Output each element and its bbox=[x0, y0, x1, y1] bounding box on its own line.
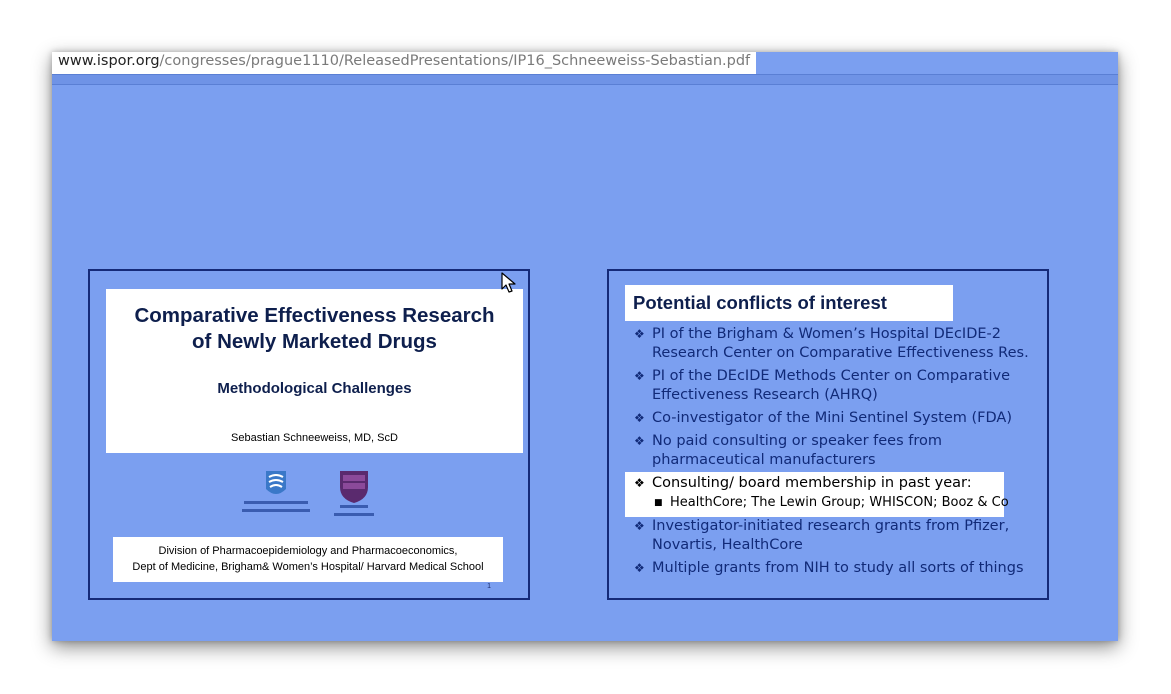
diamond-bullet-icon: ❖ bbox=[634, 411, 645, 425]
division-line-1: Division of Pharmacoepidemiology and Pha… bbox=[158, 545, 458, 557]
diamond-bullet-icon: ❖ bbox=[634, 369, 645, 383]
conflicts-bullet-list: ❖ PI of the Brigham & Women’s Hospital D… bbox=[634, 325, 1054, 582]
toolbar-strip bbox=[52, 74, 1118, 85]
diamond-bullet-icon: ❖ bbox=[634, 519, 645, 533]
list-item-highlighted: ❖ Consulting/ board membership in past y… bbox=[634, 475, 972, 491]
conflicts-title: Potential conflicts of interest bbox=[633, 292, 887, 313]
author-name: Sebastian Schneeweiss, MD, ScD bbox=[231, 432, 398, 444]
brigham-womens-hospital-logo-icon bbox=[240, 469, 312, 521]
diamond-bullet-icon: ❖ bbox=[634, 434, 645, 448]
presentation-subtitle: Methodological Challenges bbox=[217, 380, 412, 397]
sub-list-item: ■ HealthCore; The Lewin Group; WHISCON; … bbox=[654, 495, 1009, 510]
list-item: ❖ Multiple grants from NIH to study all … bbox=[634, 560, 1024, 576]
slide-page-number: 1 bbox=[487, 583, 491, 590]
url-domain: www.ispor.org bbox=[58, 53, 160, 69]
diamond-bullet-icon: ❖ bbox=[634, 476, 645, 490]
conflicts-title-box: Potential conflicts of interest bbox=[625, 285, 953, 321]
diamond-bullet-icon: ❖ bbox=[634, 561, 645, 575]
square-bullet-icon: ■ bbox=[654, 498, 663, 508]
pdf-viewer-window: www.ispor.org/congresses/prague1110/Rele… bbox=[52, 52, 1118, 641]
institution-logos bbox=[240, 469, 390, 523]
division-line-2: Dept of Medicine, Brigham& Women’s Hospi… bbox=[132, 561, 484, 573]
list-item: ❖ PI of the Brigham & Women’s Hospital D… bbox=[634, 326, 1029, 361]
title-box: Comparative Effectiveness Research of Ne… bbox=[106, 289, 523, 453]
presentation-title: Comparative Effectiveness Research of Ne… bbox=[106, 303, 523, 355]
list-item: ❖ No paid consulting or speaker fees fro… bbox=[634, 433, 943, 468]
url-path: /congresses/prague1110/ReleasedPresentat… bbox=[159, 53, 751, 69]
title-line-2: of Newly Marketed Drugs bbox=[192, 330, 437, 353]
slide-conflicts-of-interest[interactable]: Potential conflicts of interest ❖ PI of … bbox=[607, 269, 1049, 600]
list-item: ❖ Investigator-initiated research grants… bbox=[634, 518, 1010, 553]
harvard-medical-school-shield-logo-icon bbox=[328, 469, 380, 521]
slide-title-page[interactable]: Comparative Effectiveness Research of Ne… bbox=[88, 269, 530, 600]
list-item: ❖ Co-investigator of the Mini Sentinel S… bbox=[634, 410, 1013, 426]
diamond-bullet-icon: ❖ bbox=[634, 327, 645, 341]
list-item: ❖ PI of the DEcIDE Methods Center on Com… bbox=[634, 368, 1011, 403]
division-affiliation: Division of Pharmacoepidemiology and Pha… bbox=[113, 537, 503, 582]
toolbar-background bbox=[756, 52, 1118, 74]
url-bar[interactable]: www.ispor.org/congresses/prague1110/Rele… bbox=[52, 52, 756, 74]
title-line-1: Comparative Effectiveness Research bbox=[134, 304, 495, 327]
mouse-cursor-icon bbox=[501, 272, 517, 294]
